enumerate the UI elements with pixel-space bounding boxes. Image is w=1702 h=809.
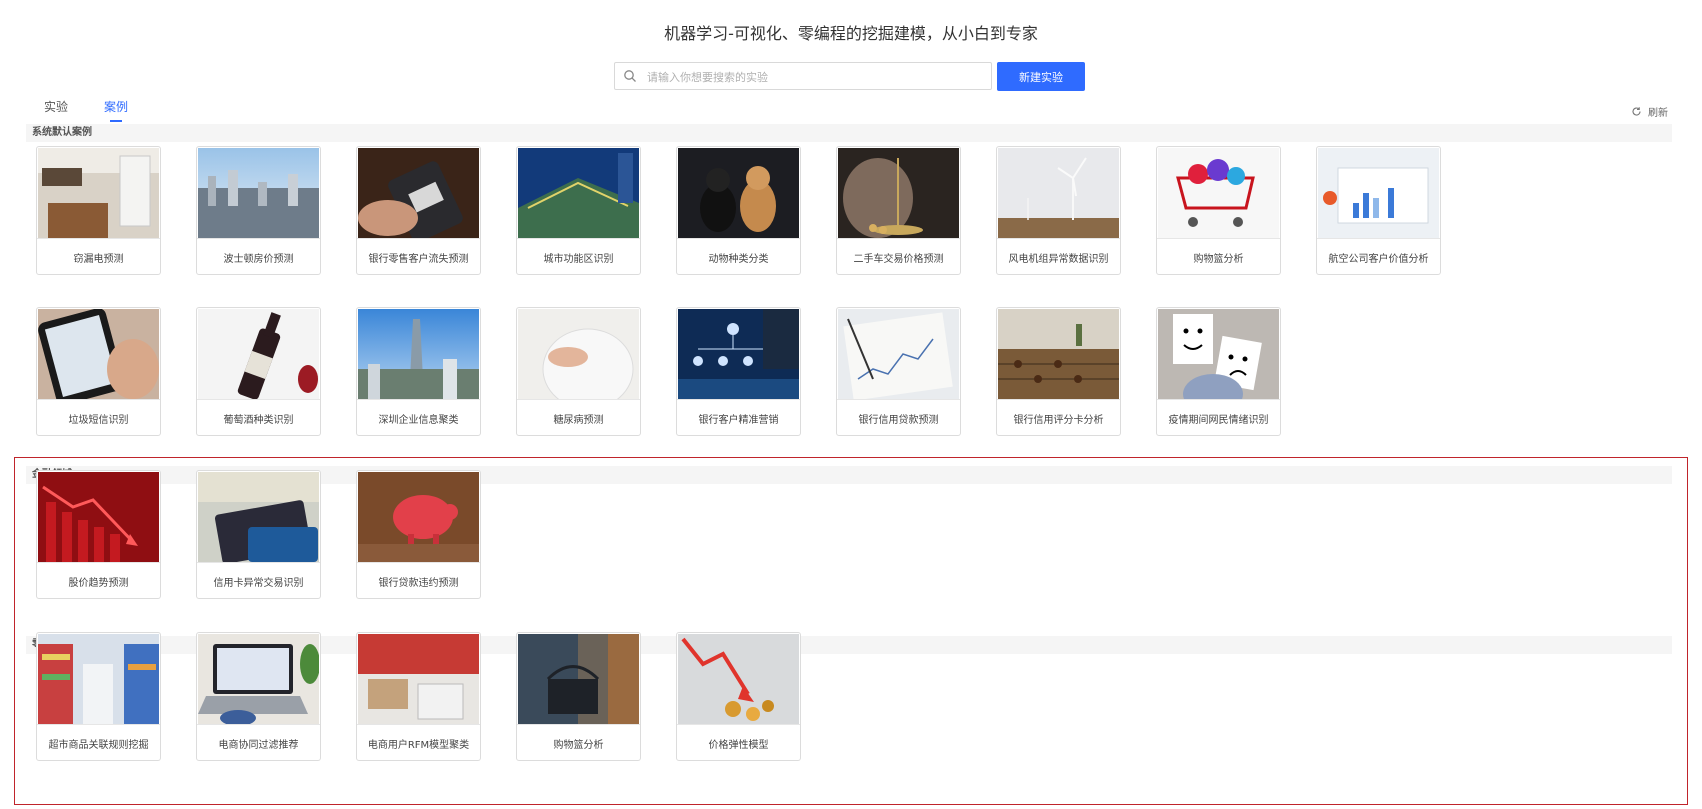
new-experiment-button[interactable]: 新建实验 [997,62,1085,91]
case-card-label: 深圳企业信息聚类 [357,399,480,435]
kitchen-photo [38,148,159,238]
tab-experiments[interactable]: 实验 [44,98,68,115]
case-card-label: 购物篮分析 [1157,238,1280,274]
case-card-retail-3[interactable]: 购物篮分析 [516,632,641,761]
case-card-default-2[interactable]: 银行零售客户流失预测 [356,146,481,275]
case-card-default-13[interactable]: 银行客户精准营销 [676,307,801,436]
case-card-label: 银行贷款违约预测 [357,562,480,598]
case-card-default-5[interactable]: 二手车交易价格预测 [836,146,961,275]
case-card-label: 波士顿房价预测 [197,238,320,274]
case-card-finance-2[interactable]: 银行贷款违约预测 [356,470,481,599]
case-card-label: 银行信用评分卡分析 [997,399,1120,435]
case-card-default-14[interactable]: 银行信用贷款预测 [836,307,961,436]
dogs-photo [678,148,799,238]
case-card-label: 航空公司客户价值分析 [1317,238,1440,274]
case-card-label: 风电机组异常数据识别 [997,238,1120,274]
case-card-default-8[interactable]: 航空公司客户价值分析 [1316,146,1441,275]
case-card-default-9[interactable]: 垃圾短信识别 [36,307,161,436]
case-card-label: 超市商品关联规则挖掘 [37,724,160,760]
case-card-retail-4[interactable]: 价格弹性模型 [676,632,801,761]
case-card-default-3[interactable]: 城市功能区识别 [516,146,641,275]
case-card-default-6[interactable]: 风电机组异常数据识别 [996,146,1121,275]
case-card-label: 银行信用贷款预测 [837,399,960,435]
case-card-label: 城市功能区识别 [517,238,640,274]
case-card-label: 垃圾短信识别 [37,399,160,435]
case-card-label: 银行客户精准营销 [677,399,800,435]
case-card-label: 葡萄酒种类识别 [197,399,320,435]
case-card-default-0[interactable]: 窃漏电预测 [36,146,161,275]
packages-photo [358,634,479,724]
piggy-bank-photo [358,472,479,562]
down-trend-photo [38,472,159,562]
case-card-retail-1[interactable]: 电商协同过滤推荐 [196,632,321,761]
network-photo [678,309,799,399]
tab-cases-label: 案例 [104,100,129,114]
chart-screen-photo [1318,148,1439,238]
case-card-label: 电商协同过滤推荐 [197,724,320,760]
case-card-retail-0[interactable]: 超市商品关联规则挖掘 [36,632,161,761]
case-card-default-12[interactable]: 糖尿病预测 [516,307,641,436]
case-card-label: 糖尿病预测 [517,399,640,435]
case-card-retail-2[interactable]: 电商用户RFM模型聚类 [356,632,481,761]
case-card-label: 窃漏电预测 [37,238,160,274]
city-skyline-photo [198,148,319,238]
shopping-cart-photo [1158,148,1279,238]
case-card-finance-0[interactable]: 股价趋势预测 [36,470,161,599]
search-icon [624,70,636,82]
page-title: 机器学习-可视化、零编程的挖掘建模，从小白到专家 [664,24,1038,43]
search-input[interactable] [645,63,989,91]
case-card-default-15[interactable]: 银行信用评分卡分析 [996,307,1121,436]
refresh-button[interactable]: 刷新 [1631,104,1668,119]
case-card-label: 购物篮分析 [517,724,640,760]
abacus-photo [998,309,1119,399]
active-tab-indicator [110,120,122,122]
wine-bottle-photo [198,309,319,399]
wind-turbine-photo [998,148,1119,238]
card-terminal-photo [358,148,479,238]
case-card-default-11[interactable]: 深圳企业信息聚类 [356,307,481,436]
case-card-label: 动物种类分类 [677,238,800,274]
case-card-label: 银行零售客户流失预测 [357,238,480,274]
case-card-label: 电商用户RFM模型聚类 [357,724,480,760]
case-card-label: 股价趋势预测 [37,562,160,598]
case-card-default-16[interactable]: 疫情期间网民情绪识别 [1156,307,1281,436]
coins-arrow-photo [678,634,799,724]
laptop-photo [198,634,319,724]
case-card-label: 二手车交易价格预测 [837,238,960,274]
case-card-finance-1[interactable]: 信用卡异常交易识别 [196,470,321,599]
case-card-default-7[interactable]: 购物篮分析 [1156,146,1281,275]
basket-photo [518,634,639,724]
credit-card-photo [198,472,319,562]
phone-sms-photo [38,309,159,399]
case-card-default-10[interactable]: 葡萄酒种类识别 [196,307,321,436]
newspaper-photo [838,309,959,399]
section-default-title: 系统默认案例 [26,124,1672,142]
scale-photo [838,148,959,238]
body-photo [518,309,639,399]
case-card-label: 价格弹性模型 [677,724,800,760]
skyscraper-photo [358,309,479,399]
case-card-label: 信用卡异常交易识别 [197,562,320,598]
case-card-default-1[interactable]: 波士顿房价预测 [196,146,321,275]
tab-cases[interactable]: 案例 [104,98,129,122]
refresh-icon [1632,107,1641,116]
search-box[interactable] [614,62,992,91]
faces-photo [1158,309,1279,399]
case-card-label: 疫情期间网民情绪识别 [1157,399,1280,435]
case-card-default-4[interactable]: 动物种类分类 [676,146,801,275]
supermarket-photo [38,634,159,724]
refresh-label: 刷新 [1648,108,1668,119]
building-photo [518,148,639,238]
